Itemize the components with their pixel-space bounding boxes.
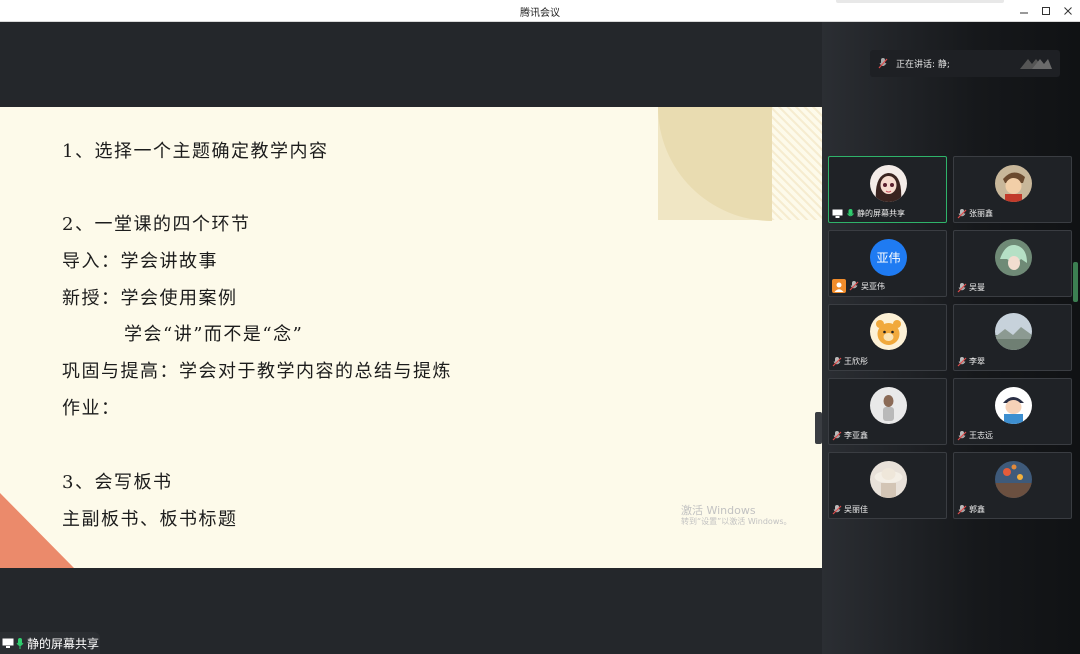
participant-name: 吴亚伟 [861, 281, 885, 291]
slide-line: 导入：学会讲故事 [62, 251, 218, 272]
mic-muted-icon [832, 356, 842, 366]
maximize-icon [1042, 7, 1050, 15]
slide-line: 学会“讲”而不是“念” [124, 324, 304, 345]
bear-avatar [870, 313, 907, 350]
participant-name: 李翠 [969, 357, 985, 366]
mic-muted-icon [957, 356, 967, 366]
participant-name: 吴丽佳 [844, 505, 868, 514]
top-strip [836, 0, 1004, 3]
minimize-icon [1020, 12, 1028, 14]
mic-muted-icon [957, 430, 967, 440]
participant-tile[interactable]: 张丽鑫 [953, 156, 1072, 223]
share-label: 静的屏幕共享 [0, 632, 100, 654]
participant-name: 张丽鑫 [969, 209, 993, 218]
close-button[interactable] [1058, 2, 1078, 20]
participant-tile[interactable]: 李翠 [953, 304, 1072, 371]
screen-share-area[interactable]: 1、选择一个主题确定教学内容 2、一堂课的四个环节 导入：学会讲故事 新授：学会… [0, 22, 822, 654]
anime-girl-avatar [870, 165, 907, 202]
window-title: 腾讯会议 [520, 8, 560, 19]
mic-muted-icon [957, 504, 967, 514]
landscape-avatar [995, 313, 1032, 350]
mic-on-icon [847, 208, 854, 216]
maximize-button[interactable] [1036, 2, 1056, 20]
slide-line: 3、会写板书 [62, 472, 173, 493]
participant-name: 李亚鑫 [844, 431, 868, 440]
presentation-slide: 1、选择一个主题确定教学内容 2、一堂课的四个环节 导入：学会讲故事 新授：学会… [0, 107, 822, 568]
minimize-button[interactable] [1014, 2, 1034, 20]
close-icon [1064, 7, 1072, 15]
participant-tile[interactable]: 静的屏幕共享 [828, 156, 947, 223]
cartoon-boy-avatar [995, 387, 1032, 424]
participant-name: 吴曼 [969, 283, 985, 292]
participant-tile[interactable]: 郭鑫 [953, 452, 1072, 519]
mic-muted-icon [849, 281, 859, 291]
mic-on-icon [16, 637, 24, 649]
participant-name-row: 李亚鑫 [832, 430, 868, 441]
participant-name-row: 李翠 [957, 356, 985, 367]
participant-tile[interactable]: 吴丽佳 [828, 452, 947, 519]
balloon-avatar [995, 461, 1032, 498]
participant-name-row: 郭鑫 [957, 504, 985, 515]
mic-muted-icon [832, 504, 842, 514]
participants-panel: 正在讲话: 静; 静的屏幕共享 张丽鑫 亚伟 吴亚伟 吴曼 王欣彤 李翠 李亚鑫 王志远 吴丽佳郭… [822, 22, 1080, 654]
participant-tile[interactable]: 王志远 [953, 378, 1072, 445]
participant-name-row: 吴曼 [957, 282, 985, 293]
slide-line: 作业： [62, 398, 121, 419]
participant-tile[interactable]: 李亚鑫 [828, 378, 947, 445]
participant-tile[interactable]: 吴曼 [953, 230, 1072, 297]
video-icon [1020, 59, 1052, 69]
speaking-indicator: 正在讲话: 静; [870, 50, 1060, 77]
share-label-text: 静的屏幕共享 [27, 636, 100, 651]
slide-line: 新授：学会使用案例 [62, 288, 238, 309]
participant-name-row: 吴丽佳 [832, 504, 868, 515]
participant-name-row: 张丽鑫 [957, 208, 993, 219]
participant-name: 静的屏幕共享 [857, 209, 905, 218]
user-badge-icon [832, 279, 846, 293]
participant-name-row: 静的屏幕共享 [832, 208, 905, 219]
participant-name-row: 王志远 [957, 430, 993, 441]
mic-muted-icon [878, 58, 888, 69]
participant-name: 王志远 [969, 431, 993, 440]
girl-avatar [870, 387, 907, 424]
speaking-text: 正在讲话: 静; [896, 60, 950, 70]
mic-muted-icon [957, 208, 967, 218]
cartoon-avatar [995, 165, 1032, 202]
participant-name: 郭鑫 [969, 505, 985, 514]
slide-decoration-stripes [772, 107, 822, 220]
slide-line: 1、选择一个主题确定教学内容 [62, 141, 329, 162]
participant-name: 王欣彤 [844, 357, 868, 366]
participant-name-row: 王欣彤 [832, 356, 868, 367]
panel-collapse-handle[interactable] [815, 412, 822, 444]
participant-tile[interactable]: 王欣彤 [828, 304, 947, 371]
slide-line: 主副板书、板书标题 [62, 509, 238, 530]
mic-muted-icon [832, 430, 842, 440]
anime-avatar [995, 239, 1032, 276]
meeting-window: 腾讯会议 1、选择一个主题确定教学内容 2、一堂课的四个环节 导入：学会讲故事 … [0, 0, 1080, 654]
slide-line: 巩固与提高：学会对于教学内容的总结与提炼 [62, 361, 452, 382]
title-bar: 腾讯会议 [0, 0, 1080, 22]
screen-share-icon [2, 638, 14, 648]
avatar-text: 亚伟 [876, 251, 901, 265]
participant-name-row: 吴亚伟 [832, 279, 885, 293]
participant-tile[interactable]: 亚伟吴亚伟 [828, 230, 947, 297]
screen-share-icon [832, 209, 843, 218]
mic-muted-icon [957, 282, 967, 292]
text-avatar: 亚伟 [870, 239, 907, 276]
panel-scrollbar[interactable] [1073, 262, 1078, 302]
activation-watermark-subtitle: 转到“设置”以激活 Windows。 [681, 517, 792, 526]
slide-line: 2、一堂课的四个环节 [62, 214, 251, 235]
hat-avatar [870, 461, 907, 498]
